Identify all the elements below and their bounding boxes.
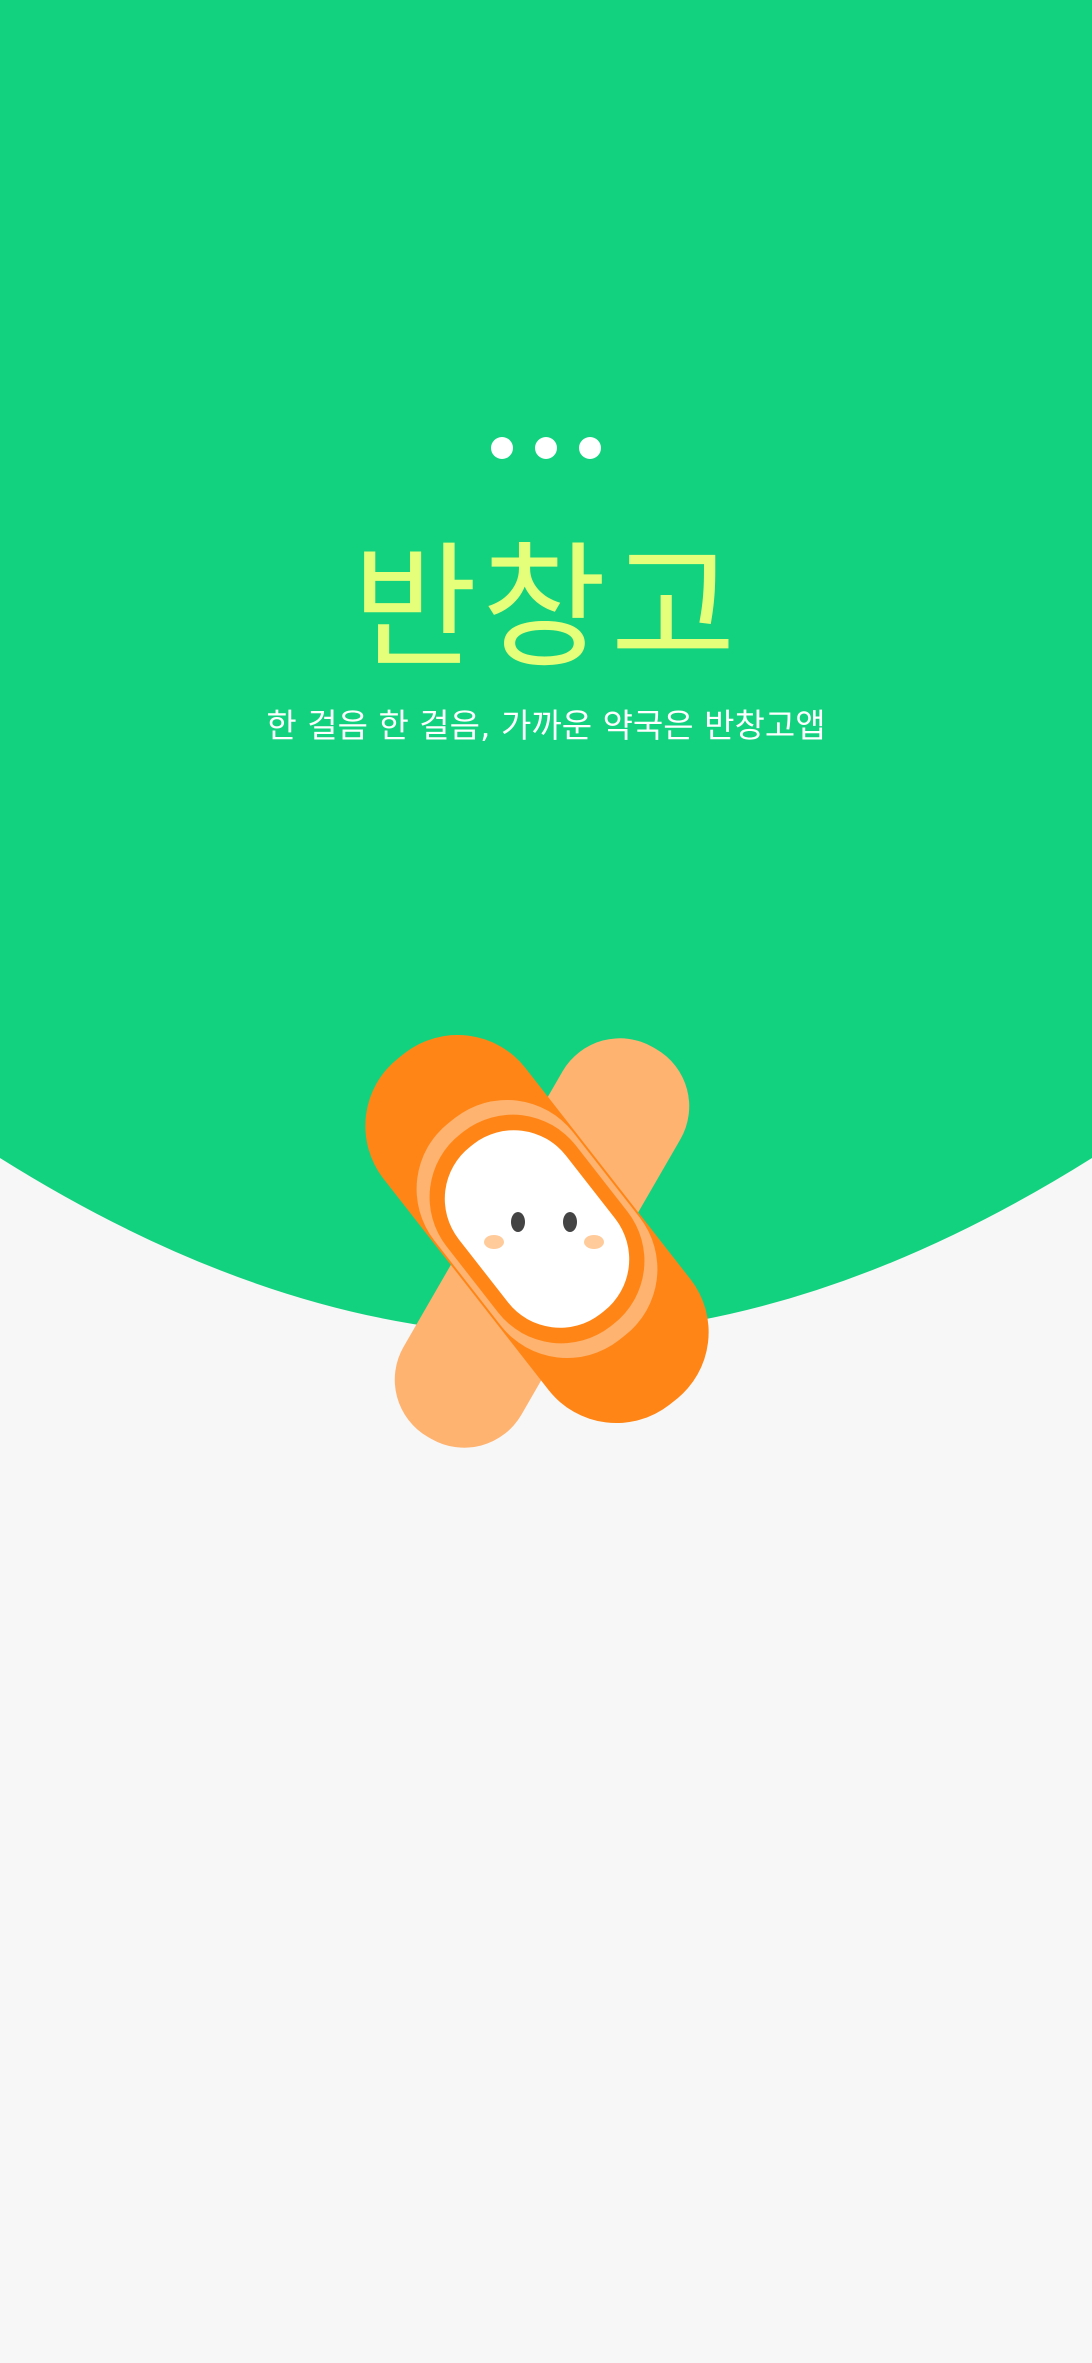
loading-dot bbox=[491, 437, 513, 459]
splash-screen: 반창고 한 걸음 한 걸음, 가까운 약국은 반창고앱 bbox=[0, 0, 1092, 2363]
app-tagline: 한 걸음 한 걸음, 가까운 약국은 반창고앱 bbox=[266, 706, 826, 745]
loading-dot bbox=[535, 437, 557, 459]
app-title: 반창고 bbox=[352, 530, 740, 688]
loading-dot bbox=[579, 437, 601, 459]
bandage-mascot-icon bbox=[365, 1034, 709, 1448]
loading-indicator bbox=[0, 437, 1092, 461]
